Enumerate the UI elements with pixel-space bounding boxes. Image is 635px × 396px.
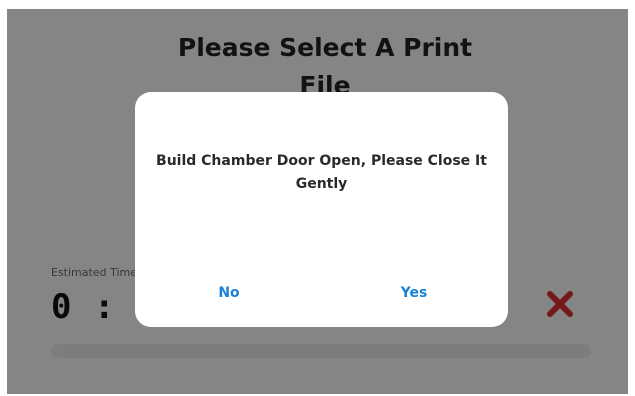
no-button[interactable]: No bbox=[169, 277, 289, 309]
door-open-dialog: Build Chamber Door Open, Please Close It… bbox=[135, 92, 508, 327]
printer-screen: Please Select A Print File Estimated Tim… bbox=[7, 9, 628, 394]
dialog-message: Build Chamber Door Open, Please Close It… bbox=[156, 153, 487, 192]
yes-button[interactable]: Yes bbox=[354, 277, 474, 309]
